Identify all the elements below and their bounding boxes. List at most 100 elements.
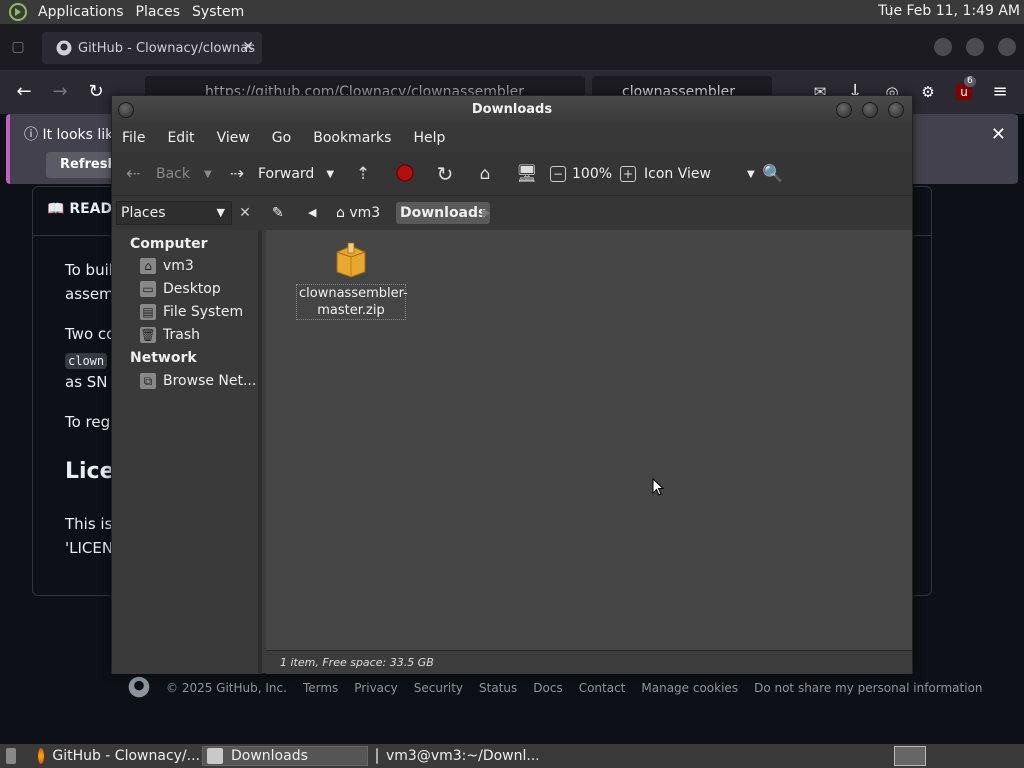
breadcrumb-left-icon[interactable]: ◀ (308, 202, 316, 224)
breadcrumb-vm3[interactable]: ⌂ vm3 (336, 202, 380, 224)
menu-bar: File Edit View Go Bookmarks Help (112, 124, 912, 152)
reload-icon: ↻ (436, 162, 454, 186)
license-heading: Lice (65, 459, 115, 484)
sidebar-header-network: Network (130, 350, 197, 366)
folder-icon (207, 748, 223, 764)
readme-line: To buil (65, 261, 113, 279)
ublock-icon[interactable]: u 6 (952, 76, 976, 104)
stop-button[interactable] (394, 152, 422, 196)
task-terminal[interactable]: vm3@vm3:~/Downl... (372, 746, 538, 766)
back-icon[interactable]: ← (12, 80, 36, 104)
forward-icon[interactable]: → (48, 80, 72, 104)
readme-line: This is (65, 515, 113, 533)
file-manager-window: Downloads File Edit View Go Bookmarks He… (111, 95, 913, 674)
task-downloads[interactable]: Downloads (202, 746, 368, 766)
task-firefox[interactable]: GitHub - Clownacy/... (34, 746, 200, 766)
extension-badge: 6 (964, 76, 976, 87)
menu-edit[interactable]: Edit (167, 130, 194, 146)
zoom-in-icon[interactable]: + (620, 166, 637, 182)
footer-link-do-not-share[interactable]: Do not share my personal information (754, 681, 982, 695)
archive-icon (334, 242, 368, 278)
footer-link-status[interactable]: Status (479, 681, 517, 695)
extensions-icon[interactable]: ⚙ (916, 80, 940, 104)
notice-text: ⓘ It looks like (24, 127, 122, 143)
github-icon (56, 40, 72, 56)
tab-github[interactable]: GitHub - Clownacy/clownas ✕ (42, 32, 262, 64)
desktop-folder-icon: ▭ (140, 281, 156, 297)
github-footer: © 2025 GitHub, Inc. Terms Privacy Securi… (128, 676, 999, 700)
tab-close-icon[interactable]: ✕ (242, 39, 254, 55)
breadcrumb-right-icon[interactable]: ▶ (482, 202, 490, 224)
forward-history-icon[interactable]: ▼ (326, 169, 334, 180)
minimize-icon[interactable] (836, 102, 852, 118)
view-mode-select[interactable]: Icon View ▼ (644, 152, 755, 196)
back-history-icon[interactable]: ▼ (204, 169, 212, 180)
minimize-browser-icon[interactable] (934, 38, 952, 56)
sidebar-item-desktop[interactable]: ▭ Desktop (140, 281, 221, 297)
sidebar-item-vm3[interactable]: ⌂ vm3 (140, 258, 194, 274)
notice-close-icon[interactable]: ✕ (991, 124, 1006, 145)
reload-button[interactable]: ↻ (434, 152, 462, 196)
search-icon: 🔍 (762, 164, 784, 184)
menu-go[interactable]: Go (272, 130, 291, 146)
home-folder-icon: ⌂ (479, 164, 491, 184)
taskbar: GitHub - Clownacy/... Downloads vm3@vm3:… (0, 744, 1024, 768)
close-browser-icon[interactable] (998, 38, 1016, 56)
footer-link-privacy[interactable]: Privacy (354, 681, 397, 695)
footer-link-security[interactable]: Security (414, 681, 463, 695)
readme-line: To reg (65, 413, 111, 431)
edit-location-icon[interactable]: ✎ (272, 202, 284, 224)
maximize-icon[interactable] (862, 102, 878, 118)
back-button[interactable]: ⇠ Back ▼ (122, 152, 212, 196)
readme-line: Two co (65, 325, 116, 343)
clock[interactable]: Tue Feb 11, 1:49 AM (878, 3, 1020, 19)
close-icon[interactable] (888, 102, 904, 118)
window-menu-icon[interactable] (118, 102, 134, 118)
file-view[interactable]: clownassembler- master.zip (266, 230, 912, 650)
sidebar-item-trash[interactable]: 🗑 Trash (140, 327, 200, 343)
up-button[interactable]: ⇡ (352, 152, 380, 196)
system-menu[interactable]: System (188, 4, 252, 20)
computer-button[interactable]: 🖥 (516, 152, 544, 196)
forward-button[interactable]: ⇢ Forward ▼ (226, 152, 334, 196)
back-arrow-icon: ⇠ (125, 164, 141, 184)
maximize-browser-icon[interactable] (966, 38, 984, 56)
hamburger-menu-icon[interactable]: ≡ (988, 80, 1012, 104)
readme-tab[interactable]: 📖 READ (47, 201, 112, 217)
chevron-down-icon: ▼ (216, 206, 225, 219)
toolbar: ⇠ Back ▼ ⇢ Forward ▼ ⇡ ↻ ⌂ 🖥 − 100% + Ic… (112, 152, 912, 196)
menu-view[interactable]: View (217, 130, 250, 146)
close-sidebar-icon[interactable]: ✕ (234, 201, 256, 225)
applications-menu[interactable]: Applications (34, 4, 132, 20)
tab-list-icon[interactable]: ▢ (6, 35, 30, 59)
places-menu[interactable]: Places (132, 4, 189, 20)
home-button[interactable]: ⌂ (474, 152, 502, 196)
show-desktop-button[interactable] (2, 746, 24, 766)
search-button[interactable]: 🔍 (762, 152, 790, 196)
zoom-out-icon[interactable]: − (550, 166, 566, 182)
places-sidebar: Computer ⌂ vm3 ▭ Desktop ▤ File System 🗑… (112, 230, 262, 674)
workspace-switcher[interactable] (894, 746, 926, 766)
sidebar-item-browse-network[interactable]: ⧉ Browse Net... (140, 373, 256, 389)
reload-icon[interactable]: ↻ (84, 80, 108, 104)
footer-link-cookies[interactable]: Manage cookies (641, 681, 738, 695)
footer-link-docs[interactable]: Docs (533, 681, 562, 695)
status-bar: 1 item, Free space: 33.5 GB (266, 650, 912, 674)
sidebar-item-file-system[interactable]: ▤ File System (140, 304, 243, 320)
readme-code: clown (65, 351, 108, 369)
file-item[interactable]: clownassembler- master.zip (296, 242, 408, 320)
github-logo-icon (128, 676, 150, 701)
breadcrumb-downloads[interactable]: Downloads (396, 202, 491, 224)
menu-help[interactable]: Help (413, 130, 445, 146)
footer-link-contact[interactable]: Contact (579, 681, 626, 695)
terminal-icon (376, 748, 378, 764)
mate-logo-icon[interactable] (8, 3, 28, 21)
computer-icon: 🖥 (516, 164, 538, 184)
places-select[interactable]: Places ▼ (116, 201, 232, 225)
footer-copyright: © 2025 GitHub, Inc. (166, 681, 287, 695)
menu-bookmarks[interactable]: Bookmarks (313, 130, 391, 146)
window-titlebar[interactable]: Downloads (112, 96, 912, 124)
menu-file[interactable]: File (122, 130, 145, 146)
footer-link-terms[interactable]: Terms (303, 681, 338, 695)
zoom-control[interactable]: − 100% + (550, 152, 642, 196)
